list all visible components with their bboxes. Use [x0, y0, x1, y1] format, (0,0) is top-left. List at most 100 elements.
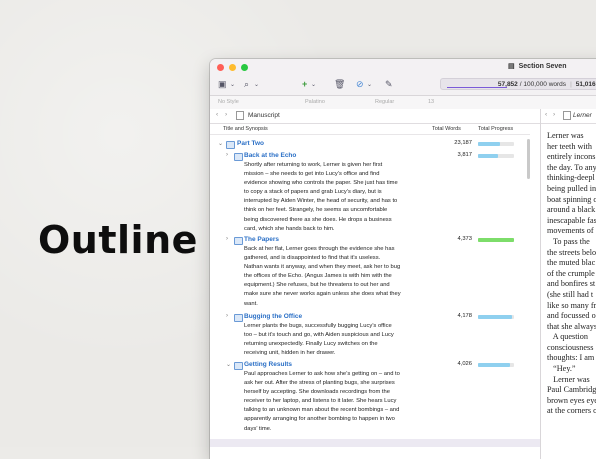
row-progress-fill	[478, 154, 498, 158]
compose-icon[interactable]: ✎	[385, 79, 393, 90]
outline-row-title[interactable]: The Papers	[244, 236, 279, 243]
nav-title: Manuscript	[248, 112, 280, 119]
synopsis-line: make sure she never works again unless s…	[244, 291, 401, 298]
synopsis-line: the offices of the Echo. (Angus James is…	[244, 273, 392, 280]
chevron-down-icon[interactable]: ⌄	[367, 81, 372, 88]
row-progress-bar	[478, 142, 514, 146]
trash-icon[interactable]: 🗑	[334, 79, 345, 90]
close-window-button[interactable]	[217, 64, 224, 71]
search-icon[interactable]: ⌕	[244, 79, 249, 90]
synopsis-line: apparently arranging for another bombing…	[244, 416, 395, 423]
scrivener-window: ▤ Section Seven ▣ ⌄ ⌕ ⌄ + ⌄ 🗑 ⊘ ⌄ ✎ 57,8…	[210, 59, 596, 459]
add-icon[interactable]: +	[302, 79, 307, 89]
row-progress-bar	[478, 238, 514, 242]
row-total-words: 3,817	[457, 152, 472, 158]
chevron-right-icon[interactable]: ›	[226, 313, 228, 319]
chevron-down-icon[interactable]: ⌄	[226, 361, 231, 368]
outline-nav-bar: ‹ › Manuscript	[210, 109, 540, 124]
editor-text[interactable]: Lerner was her teeth with entirely incon…	[547, 131, 596, 417]
synopsis-line: talking to an unknown man about the rece…	[244, 407, 400, 414]
row-synopsis: Lerner plants the bugs, successfully bug…	[244, 322, 432, 358]
editor-nav-bar: ‹ › Lerner	[541, 109, 596, 124]
weight-selector[interactable]: Regular	[375, 99, 394, 105]
row-total-words: 4,178	[457, 313, 472, 319]
attachment-icon[interactable]: ⊘	[356, 79, 364, 90]
chevron-down-icon[interactable]: ⌄	[230, 81, 235, 88]
font-selector[interactable]: Palatino	[305, 99, 325, 105]
synopsis-line: interrupted by Aiden Winter, the head of…	[244, 198, 398, 205]
row-total-words: 23,187	[454, 140, 472, 146]
synopsis-line: too – but it’s touch and go, with Aiden …	[244, 332, 394, 339]
synopsis-line: evidence showing who controls the paper.…	[244, 180, 398, 187]
row-total-words: 4,026	[457, 361, 472, 367]
outline-row-title[interactable]: Bugging the Office	[244, 313, 302, 320]
back-arrow-icon[interactable]: ‹	[545, 111, 547, 118]
synopsis-line: ask her out. After the stress of plantin…	[244, 380, 395, 387]
chevron-right-icon[interactable]: ›	[226, 236, 228, 242]
size-selector[interactable]: 13	[428, 99, 434, 105]
folder-icon	[234, 362, 243, 370]
row-progress-bar	[478, 154, 514, 158]
row-progress-fill	[478, 142, 500, 146]
back-arrow-icon[interactable]: ‹	[216, 111, 218, 118]
synopsis-line: Paul approaches Lerner to ask how she’s …	[244, 371, 400, 377]
forward-arrow-icon[interactable]: ›	[225, 111, 227, 118]
outline-row-title[interactable]: Getting Results	[244, 361, 292, 368]
synopsis-line: receiver to her laptop, and listens to i…	[244, 398, 397, 405]
binder-toggle-icon[interactable]: ▣	[218, 79, 227, 90]
synopsis-line: herself by accepting. She downloads reco…	[244, 389, 390, 396]
forward-arrow-icon[interactable]: ›	[553, 111, 555, 118]
folder-icon	[226, 141, 235, 149]
document-icon: ▤	[508, 63, 515, 70]
synopsis-line: Back at her flat, Lerner goes through th…	[244, 246, 395, 252]
chevron-right-icon[interactable]: ›	[226, 152, 228, 158]
outline-view: ⌄ Part Two 23,187 › Back at the Echo 3,8…	[210, 135, 540, 459]
folder-icon	[234, 314, 243, 322]
zoom-window-button[interactable]	[241, 64, 248, 71]
synopsis-line: being discovered there as she does. He d…	[244, 216, 392, 223]
row-synopsis: Paul approaches Lerner to ask how she’s …	[244, 370, 432, 434]
editor-pane[interactable]: ‹ › Lerner Lerner was her teeth with ent…	[541, 109, 596, 459]
selected-row-strip[interactable]	[210, 439, 540, 447]
editor-nav-title: Lerner	[573, 112, 592, 119]
chevron-down-icon[interactable]: ⌄	[311, 81, 316, 88]
chevron-down-icon[interactable]: ⌄	[254, 81, 259, 88]
chevron-down-icon[interactable]: ⌄	[218, 140, 223, 147]
row-progress-fill	[478, 315, 513, 319]
column-title-synopsis[interactable]: Title and Synopsis	[223, 126, 268, 132]
minimize-window-button[interactable]	[229, 64, 236, 71]
document-title: ▤ Section Seven	[508, 62, 567, 71]
document-icon	[236, 111, 244, 120]
row-progress-fill	[478, 363, 511, 367]
synopsis-line: receiving unit, hidden in her drawer.	[244, 350, 336, 357]
style-selector[interactable]: No Style	[218, 99, 239, 105]
row-progress-bar	[478, 315, 514, 319]
hero-heading: Outline	[38, 218, 198, 262]
outline-column-headers: Title and Synopsis Total Words Total Pro…	[210, 124, 530, 135]
row-progress-fill	[478, 238, 514, 242]
synopsis-line: equipment.) She refuses, but he threaten…	[244, 282, 390, 289]
format-bar: No Style Palatino Regular 13	[210, 96, 596, 110]
column-total-words[interactable]: Total Words	[432, 126, 461, 132]
outline-scrollbar[interactable]	[527, 139, 530, 179]
toolbar: ▣ ⌄ ⌕ ⌄ + ⌄ 🗑 ⊘ ⌄ ✎ 57,852 / 100,000 wor…	[210, 76, 596, 96]
folder-icon	[234, 237, 243, 245]
synopsis-line: Nathan wants it anyway, and when they me…	[244, 264, 401, 271]
synopsis-line: think on her feet. Strangely, he seems a…	[244, 207, 388, 214]
folder-icon	[234, 153, 243, 161]
document-icon	[563, 111, 571, 120]
synopsis-line: to copy a stack of papers and grab Lucy’…	[244, 189, 382, 196]
word-count-display[interactable]: 57,852 / 100,000 words | 51,016 words	[440, 78, 596, 90]
outline-row-title[interactable]: Part Two	[237, 140, 264, 147]
word-count-progress-bar	[447, 86, 507, 88]
synopsis-line: card, which she hands back to him.	[244, 225, 335, 232]
outline-row-title[interactable]: Back at the Echo	[244, 152, 296, 159]
synopsis-line: Shortly after returning to work, Lerner …	[244, 162, 383, 168]
synopsis-line: want.	[244, 300, 258, 307]
column-total-progress[interactable]: Total Progress	[478, 126, 513, 132]
row-total-words: 4,373	[457, 236, 472, 242]
row-synopsis: Back at her flat, Lerner goes through th…	[244, 245, 432, 309]
synopsis-line: days’ time.	[244, 425, 272, 432]
synopsis-line: gathered, and is disappointed to find th…	[244, 255, 381, 262]
synopsis-line: mission – she needs to get into Lucy’s o…	[244, 171, 380, 178]
